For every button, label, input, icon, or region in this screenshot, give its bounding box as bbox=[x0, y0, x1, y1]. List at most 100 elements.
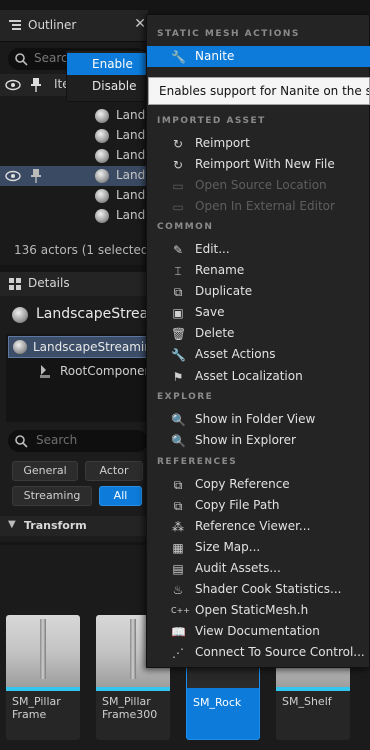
menu-item-view-documentation[interactable]: 📖 View Documentation bbox=[147, 621, 370, 642]
filter-general[interactable]: General bbox=[12, 461, 78, 481]
reimport-icon: ↻ bbox=[172, 137, 184, 151]
save-icon: ▣ bbox=[172, 306, 184, 320]
component-child-row[interactable]: RootComponen bbox=[36, 362, 152, 382]
outliner-row[interactable]: Land bbox=[0, 206, 148, 226]
details-search-input[interactable]: Search bbox=[8, 430, 148, 452]
menu-item-asset-actions[interactable]: 🔧 Asset Actions bbox=[147, 344, 370, 365]
section-references: REFERENCES bbox=[157, 457, 238, 467]
nanite-submenu: Enable Disable bbox=[66, 50, 147, 102]
menu-item-copy-file-path[interactable]: ⧉ Copy File Path bbox=[147, 495, 370, 516]
menu-item-show-in-folder-view[interactable]: 🔍 Show in Folder View bbox=[147, 409, 370, 430]
asset-name: SM_Pillar Frame bbox=[12, 695, 61, 721]
visibility-eye-icon[interactable] bbox=[5, 78, 21, 92]
section-imported-asset: IMPORTED ASSET bbox=[157, 116, 266, 126]
visibility-eye-icon[interactable] bbox=[5, 169, 21, 183]
actor-sphere-icon bbox=[95, 169, 109, 183]
source-control-icon: ⋰ bbox=[172, 646, 184, 660]
transform-section-label: Transform bbox=[24, 519, 87, 532]
asset-name: SM_Pillar Frame300 bbox=[102, 695, 158, 721]
outliner-row-label: Land bbox=[116, 128, 146, 142]
rename-icon: ⌶ bbox=[174, 264, 182, 278]
collapse-arrow-icon: ▼ bbox=[8, 519, 16, 530]
details-search-placeholder: Search bbox=[36, 433, 78, 447]
filter-actor[interactable]: Actor bbox=[85, 461, 143, 481]
details-actor-name[interactable]: LandscapeStrea bbox=[36, 306, 148, 322]
enable-menu-item[interactable]: Enable bbox=[67, 53, 147, 75]
menu-item-reimport-new-file[interactable]: ↻ Reimport With New File bbox=[147, 154, 370, 175]
outliner-row-label: Land bbox=[116, 168, 146, 182]
outliner-row-label: Land bbox=[116, 188, 146, 202]
transform-section-header[interactable]: ▼ Transform bbox=[0, 516, 148, 536]
details-icon bbox=[9, 278, 21, 290]
folder-search-icon: 🔍 bbox=[171, 434, 186, 448]
component-child-label: RootComponen bbox=[60, 364, 153, 378]
search-icon bbox=[15, 53, 28, 66]
reimport-icon: ↻ bbox=[172, 158, 184, 172]
menu-item-edit[interactable]: ✎ Edit... bbox=[147, 239, 370, 260]
search-icon bbox=[15, 435, 28, 448]
actor-sphere-icon bbox=[12, 307, 28, 323]
actor-sphere-icon bbox=[95, 129, 109, 143]
actor-sphere-icon bbox=[95, 209, 109, 223]
component-root-label: LandscapeStreamin bbox=[33, 340, 152, 354]
trash-icon: 🗑 bbox=[171, 327, 187, 341]
folder-search-icon: 🔍 bbox=[171, 413, 186, 427]
asset-name: SM_Shelf bbox=[282, 695, 332, 708]
menu-item-show-in-explorer[interactable]: 🔍 Show in Explorer bbox=[147, 430, 370, 451]
outliner-row[interactable]: Land bbox=[0, 126, 148, 146]
duplicate-icon: ⧉ bbox=[173, 285, 183, 299]
size-map-icon: ▦ bbox=[172, 541, 184, 555]
menu-item-asset-localization[interactable]: ⚑ Asset Localization bbox=[147, 366, 370, 387]
folder-icon: ▭ bbox=[172, 179, 184, 193]
menu-item-rename[interactable]: ⌶ Rename bbox=[147, 260, 370, 281]
asset-name: SM_Rock bbox=[193, 696, 242, 709]
outliner-row-label: Land bbox=[116, 148, 146, 162]
component-root-row[interactable]: LandscapeStreamin bbox=[8, 336, 152, 358]
wrench-icon: 🔧 bbox=[171, 50, 186, 64]
nanite-tooltip: Enables support for Nanite on the select… bbox=[148, 77, 370, 105]
asset-thumbnail bbox=[6, 615, 80, 687]
menu-item-save[interactable]: ▣ Save bbox=[147, 302, 370, 323]
menu-item-nanite[interactable]: 🔧 Nanite bbox=[147, 46, 370, 67]
details-title: Details bbox=[28, 276, 70, 290]
menu-item-open-source-location[interactable]: ▭ Open Source Location bbox=[147, 175, 370, 196]
menu-item-reference-viewer[interactable]: ⁂ Reference Viewer... bbox=[147, 516, 370, 537]
copy-icon: ⧉ bbox=[173, 499, 183, 513]
flag-icon: ⚑ bbox=[172, 370, 184, 384]
menu-item-size-map[interactable]: ▦ Size Map... bbox=[147, 537, 370, 558]
close-icon[interactable]: ✕ bbox=[134, 16, 146, 32]
outliner-title: Outliner bbox=[28, 18, 77, 32]
reference-graph-icon: ⁂ bbox=[172, 520, 184, 534]
menu-item-reimport[interactable]: ↻ Reimport bbox=[147, 133, 370, 154]
menu-item-connect-source-control[interactable]: ⋰ Connect To Source Control... bbox=[147, 642, 370, 663]
external-editor-icon: ▭ bbox=[172, 200, 184, 214]
outliner-row[interactable]: Land bbox=[0, 186, 148, 206]
menu-item-audit-assets[interactable]: ▤ Audit Assets... bbox=[147, 558, 370, 579]
menu-item-open-staticmesh-h[interactable]: C++ Open StaticMesh.h bbox=[147, 600, 370, 621]
actor-sphere-icon bbox=[95, 109, 109, 123]
filter-all[interactable]: All bbox=[99, 486, 142, 506]
section-explore: EXPLORE bbox=[157, 392, 214, 402]
menu-item-copy-reference[interactable]: ⧉ Copy Reference bbox=[147, 474, 370, 495]
pin-icon[interactable] bbox=[30, 168, 42, 184]
outliner-row[interactable]: Land bbox=[0, 146, 148, 166]
menu-item-delete[interactable]: 🗑 Delete bbox=[147, 323, 370, 344]
asset-tile[interactable]: SM_Pillar Frame bbox=[6, 615, 80, 740]
details-tab[interactable]: Details bbox=[0, 272, 148, 296]
copy-icon: ⧉ bbox=[173, 478, 183, 492]
outliner-row-selected[interactable]: Land bbox=[0, 166, 148, 186]
filter-streaming[interactable]: Streaming bbox=[12, 486, 92, 506]
actor-sphere-icon bbox=[95, 189, 109, 203]
section-common: COMMON bbox=[157, 222, 214, 232]
outliner-tab[interactable]: Outliner ✕ bbox=[0, 10, 148, 42]
cpp-file-icon: C++ bbox=[171, 606, 190, 615]
actor-sphere-icon bbox=[95, 149, 109, 163]
disable-menu-item[interactable]: Disable bbox=[67, 75, 147, 97]
pin-icon[interactable] bbox=[30, 77, 42, 93]
scene-component-icon bbox=[40, 365, 50, 378]
menu-item-open-external-editor[interactable]: ▭ Open In External Editor bbox=[147, 196, 370, 217]
details-actor-header: LandscapeStrea bbox=[0, 300, 148, 330]
menu-item-shader-cook-statistics[interactable]: ♨ Shader Cook Statistics... bbox=[147, 579, 370, 600]
menu-item-duplicate[interactable]: ⧉ Duplicate bbox=[147, 281, 370, 302]
outliner-row[interactable]: Land bbox=[0, 106, 148, 126]
